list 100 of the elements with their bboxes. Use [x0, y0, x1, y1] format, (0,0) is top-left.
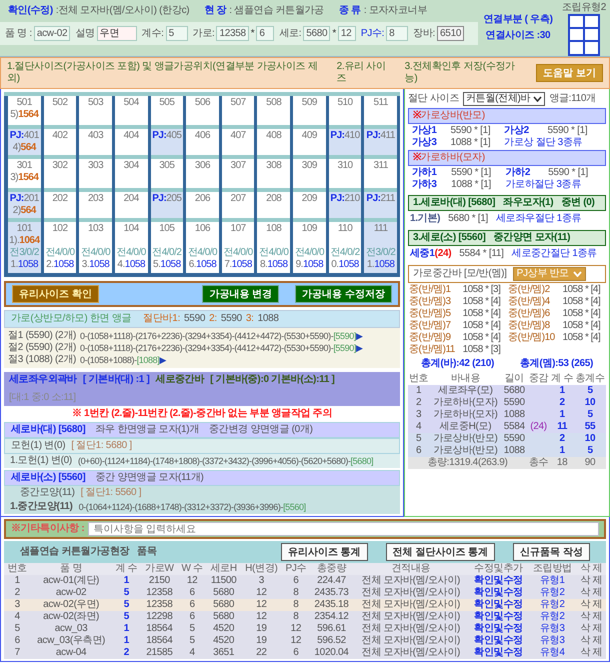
grid-cell[interactable]: 104 전4/0/0 4.1058	[114, 218, 148, 273]
input-field[interactable]: 5680	[303, 26, 330, 41]
input-field[interactable]: 6510	[437, 26, 464, 41]
grid-cell[interactable]: 510	[328, 96, 362, 125]
grid-cell[interactable]: PJ:401 4)564	[8, 125, 41, 155]
item-row[interactable]: 3 acw-02(우면) 5 12358 6 5680 12 8 2435.18 전체 모자바(멤/오사이) 확인및수정 유형2 삭 제	[4, 599, 606, 611]
edit-link[interactable]: 확인및수정	[468, 623, 528, 635]
action-button[interactable]: 유리사이즈 확인	[12, 285, 99, 303]
grid-cell[interactable]: 504	[114, 96, 148, 125]
delete-link[interactable]: 삭 제	[576, 611, 606, 623]
memo-field[interactable]: 특이사항을 입력하세요	[88, 522, 599, 536]
grid-cell[interactable]: 406	[186, 125, 219, 155]
stats-button[interactable]: 신규품목 작성	[513, 543, 590, 561]
grid-cell[interactable]: 511	[364, 96, 397, 125]
grid-cell[interactable]: 111 전3/0/2 1.1058	[364, 218, 397, 273]
grid-cell[interactable]: 105 전4/0/2 5.1058	[150, 218, 184, 273]
grid-cell[interactable]: PJ:211	[364, 188, 397, 218]
grid-cell[interactable]: 301 3)1564	[8, 155, 41, 188]
grid-cell[interactable]: 107 전4/0/0 7.1058	[222, 218, 254, 273]
grid-cell[interactable]: 110 전4/0/2 0.1058	[328, 218, 362, 273]
grid-cell[interactable]: 202	[44, 188, 76, 218]
assembly-type-link[interactable]: 유형3	[528, 635, 577, 647]
grid-cell[interactable]: PJ:210	[328, 188, 362, 218]
grid-cell[interactable]: 503	[79, 96, 112, 125]
grid-cell[interactable]: 109 전4/0/0 9.1058	[293, 218, 326, 273]
grid-cell[interactable]: 102 전4/0/0 2.1058	[44, 218, 76, 273]
edit-link[interactable]: 확인및수정	[468, 575, 528, 587]
item-row[interactable]: 2 acw-02 5 12358 6 5680 12 8 2435.73 전체 모자바(멤/오사이) 확인및수정 유형2 삭 제	[4, 587, 606, 599]
bar-type-select[interactable]: 커튼월(전체)바	[462, 92, 546, 106]
grid-cell[interactable]: 305	[150, 155, 184, 188]
grid-cell[interactable]: 508	[257, 96, 290, 125]
grid-cell[interactable]: 402	[44, 125, 76, 155]
input-field[interactable]: 12358	[216, 26, 249, 41]
item-row[interactable]: 1 acw-01(계단) 1 2150 12 11500 3 6 224.47 전체 모자바(멤/오사이) 확인및수정 유형1 삭 제	[4, 575, 606, 587]
grid-cell[interactable]: 409	[293, 125, 326, 155]
input-field[interactable]: 5	[166, 26, 188, 41]
grid-cell[interactable]: 505	[150, 96, 184, 125]
delete-link[interactable]: 삭 제	[576, 635, 606, 647]
grid-cell[interactable]: PJ:205	[150, 188, 184, 218]
grid-cell[interactable]: 308	[257, 155, 290, 188]
delete-link[interactable]: 삭 제	[576, 647, 606, 659]
grid-cell[interactable]: 501 5)1564	[8, 96, 41, 125]
grid-cell[interactable]: 408	[257, 125, 290, 155]
assembly-type-link[interactable]: 유형1	[528, 575, 577, 587]
grid-cell[interactable]: PJ:405	[150, 125, 184, 155]
grid-cell[interactable]: 407	[222, 125, 254, 155]
assembly-type-link[interactable]: 유형4	[528, 647, 577, 659]
grid-cell[interactable]: 509	[293, 96, 326, 125]
action-button[interactable]: 가공내용 수정저장	[295, 285, 392, 303]
input-field[interactable]: 12	[338, 26, 356, 41]
assembly-type-link[interactable]: 유형2	[528, 611, 577, 623]
delete-link[interactable]: 삭 제	[576, 575, 606, 587]
grid-cell[interactable]: 204	[114, 188, 148, 218]
input-field[interactable]: 8	[386, 26, 408, 41]
input-field[interactable]: 6	[256, 26, 274, 41]
grid-cell[interactable]: 311	[364, 155, 397, 188]
delete-link[interactable]: 삭 제	[576, 623, 606, 635]
grid-cell[interactable]: 302	[44, 155, 76, 188]
grid-cell[interactable]: 207	[222, 188, 254, 218]
grid-cell[interactable]: 502	[44, 96, 76, 125]
grid-cell[interactable]: 304	[114, 155, 148, 188]
grid-cell[interactable]: 209	[293, 188, 326, 218]
input-field[interactable]: acw-02	[34, 26, 70, 41]
delete-link[interactable]: 삭 제	[576, 587, 606, 599]
grid-cell[interactable]: 507	[222, 96, 254, 125]
grid-cell[interactable]: 506	[186, 96, 219, 125]
assembly-type-link[interactable]: 유형2	[528, 587, 577, 599]
grid-cell[interactable]: 108 전4/0/0 8.1058	[257, 218, 290, 273]
edit-link[interactable]: 확인및수정	[468, 635, 528, 647]
grid-cell[interactable]: 404	[114, 125, 148, 155]
grid-cell[interactable]: 203	[79, 188, 112, 218]
grid-cell[interactable]: PJ:410	[328, 125, 362, 155]
input-field[interactable]: 우면	[96, 26, 137, 41]
edit-link[interactable]: 확인및수정	[468, 587, 528, 599]
edit-link[interactable]: 확인및수정	[468, 611, 528, 623]
grid-cell[interactable]: 403	[79, 125, 112, 155]
grid-cell[interactable]: 309	[293, 155, 326, 188]
item-row[interactable]: 7 acw-04 2 21585 4 3651 22 6 1020.04 전체 모자바(멤/오사이) 확인및수정 유형4 삭 제	[4, 647, 606, 659]
stats-button[interactable]: 전체 절단사이즈 통계	[386, 543, 496, 561]
grid-cell[interactable]: 106 전4/0/0 6.1058	[186, 218, 219, 273]
item-row[interactable]: 5 acw_03 1 18564 5 4520 19 12 596.61 전체 모자바(멤/오사이) 확인및수정 유형3 삭 제	[4, 623, 606, 635]
grid-cell[interactable]: 208	[257, 188, 290, 218]
delete-link[interactable]: 삭 제	[576, 599, 606, 611]
edit-link[interactable]: 확인및수정	[468, 647, 528, 659]
edit-link[interactable]: 확인및수정	[468, 599, 528, 611]
grid-cell[interactable]: 206	[186, 188, 219, 218]
grid-cell[interactable]: PJ:201 2)564	[8, 188, 41, 218]
grid-cell[interactable]: 306	[186, 155, 219, 188]
grid-cell[interactable]: 303	[79, 155, 112, 188]
action-button[interactable]: 가공내용 변경	[202, 285, 280, 303]
grid-cell[interactable]: 307	[222, 155, 254, 188]
item-row[interactable]: 4 acw-02(좌면) 5 12298 6 5680 12 8 2354.12 전체 모자바(멤/오사이) 확인및수정 유형2 삭 제	[4, 611, 606, 623]
item-row[interactable]: 6 acw_03(우측면) 1 18564 5 4520 19 12 596.52 전체 모자바(멤/오사이) 확인및수정 유형3 삭 제	[4, 635, 606, 647]
assembly-type-link[interactable]: 유형2	[528, 599, 577, 611]
grid-cell[interactable]: 103 전4/0/0 3.1058	[79, 218, 112, 273]
assembly-type-link[interactable]: 유형3	[528, 623, 577, 635]
grid-cell[interactable]: 101 1).1064 전3/0/2 1.1058	[8, 218, 41, 273]
grid-cell[interactable]: 310	[328, 155, 362, 188]
stats-button[interactable]: 유리사이즈 통계	[280, 543, 368, 561]
grid-cell[interactable]: PJ:411	[364, 125, 397, 155]
